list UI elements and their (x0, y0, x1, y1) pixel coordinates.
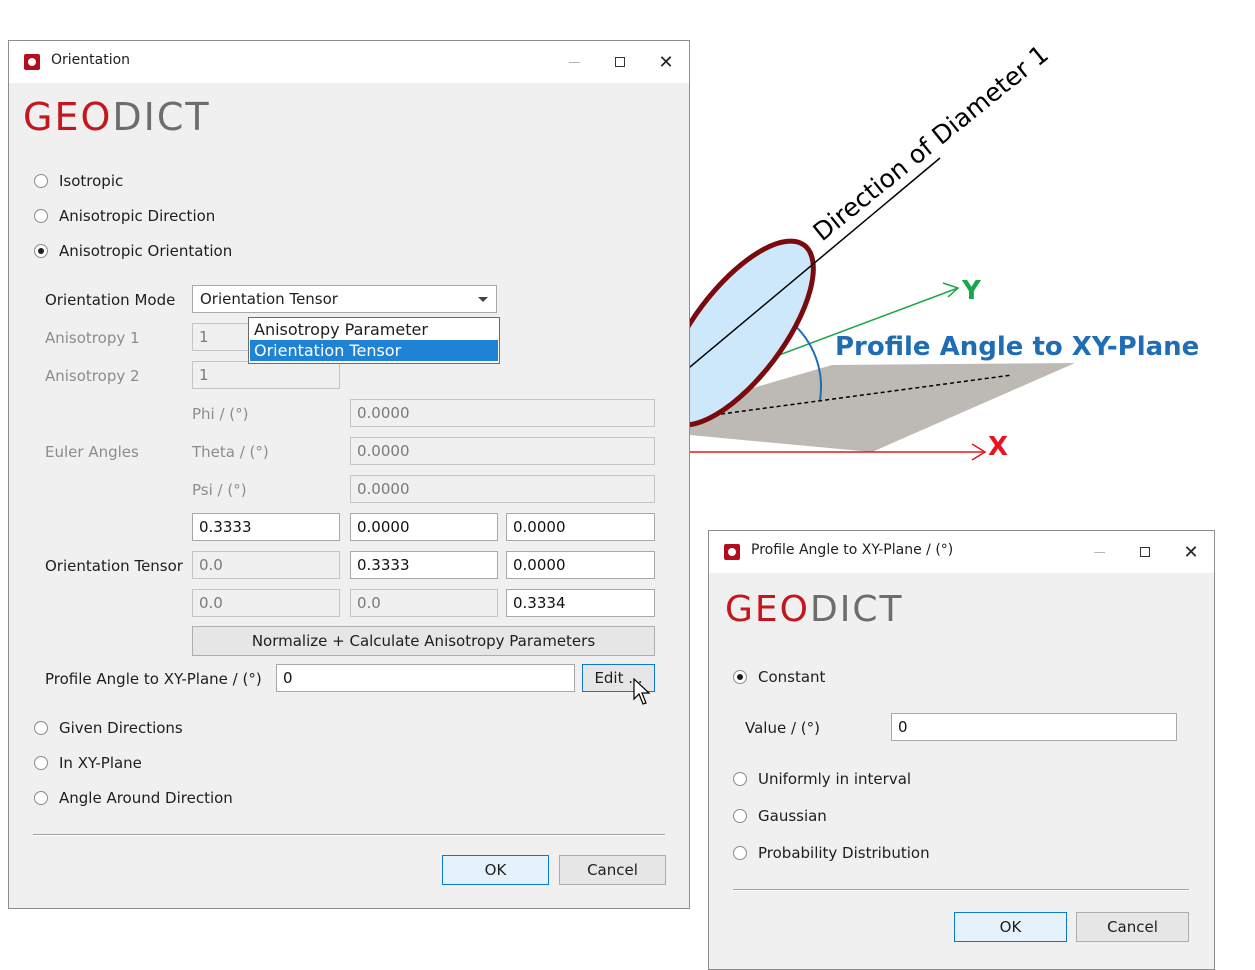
profile-angle-field[interactable]: 0 (276, 664, 575, 692)
radio-circle[interactable] (34, 721, 48, 735)
dropdown-option-orientation-tensor[interactable]: Orientation Tensor (250, 340, 498, 361)
radio-label: Uniformly in interval (758, 770, 912, 788)
geodict-logo: GEODICT (725, 589, 903, 630)
tensor-cell-22[interactable]: 0.3333 (350, 551, 498, 579)
tensor-cell-21: 0.0 (192, 551, 340, 579)
app-icon (724, 544, 740, 560)
radio-label: Angle Around Direction (59, 789, 233, 807)
separator (33, 834, 665, 835)
mouse-cursor-icon (633, 678, 651, 705)
title-bar[interactable]: Profile Angle to XY-Plane / (°) ✕ (709, 531, 1214, 573)
psi-label: Psi / (°) (192, 481, 247, 499)
normalize-button[interactable]: Normalize + Calculate Anisotropy Paramet… (192, 626, 655, 656)
minimize-button[interactable] (551, 41, 597, 83)
anisotropy1-label: Anisotropy 1 (45, 329, 140, 347)
value-field[interactable]: 0 (891, 713, 1177, 741)
radio-circle[interactable] (733, 809, 747, 823)
y-axis-arrowhead (942, 282, 960, 298)
radio-in-xy-plane[interactable]: In XY-Plane (34, 754, 142, 772)
radio-circle[interactable] (733, 846, 747, 860)
ok-button[interactable]: OK (442, 855, 549, 885)
radio-label: Anisotropic Direction (59, 207, 216, 225)
logo-dict: DICT (809, 589, 904, 630)
x-axis-label: X (988, 432, 1009, 462)
radio-label: Anisotropic Orientation (59, 242, 233, 260)
anisotropy2-field[interactable]: 1 (192, 361, 340, 389)
window-title: Profile Angle to XY-Plane / (°) (751, 542, 954, 558)
cancel-button[interactable]: Cancel (559, 855, 666, 885)
profile-angle-annotation: Profile Angle to XY-Plane (835, 332, 1200, 362)
radio-circle-selected[interactable] (733, 670, 747, 684)
cancel-button[interactable]: Cancel (1076, 912, 1189, 942)
tensor-cell-32: 0.0 (350, 589, 498, 617)
tensor-cell-31: 0.0 (192, 589, 340, 617)
tensor-cell-13[interactable]: 0.0000 (506, 513, 655, 541)
radio-angle-around-direction[interactable]: Angle Around Direction (34, 789, 233, 807)
phi-label: Phi / (°) (192, 405, 249, 423)
direction-label: Direction of Diameter 1 (808, 39, 1054, 246)
euler-angles-label: Euler Angles (45, 443, 139, 461)
radio-circle[interactable] (34, 209, 48, 223)
chevron-down-icon (478, 297, 488, 302)
radio-circle[interactable] (34, 174, 48, 188)
logo-dict: DICT (112, 95, 211, 139)
close-button[interactable]: ✕ (1168, 531, 1214, 573)
dropdown-option-anisotropy-parameter[interactable]: Anisotropy Parameter (250, 319, 498, 340)
profile-angle-label: Profile Angle to XY-Plane / (°) (45, 670, 262, 688)
value-label: Value / (°) (745, 719, 820, 737)
orientation-mode-select[interactable]: Orientation Tensor (192, 285, 497, 313)
radio-circle[interactable] (34, 791, 48, 805)
title-bar[interactable]: Orientation ✕ (9, 41, 689, 83)
maximize-button[interactable] (597, 41, 643, 83)
radio-label: Given Directions (59, 719, 183, 737)
tensor-cell-23[interactable]: 0.0000 (506, 551, 655, 579)
orientation-mode-dropdown: Anisotropy Parameter Orientation Tensor (248, 317, 500, 364)
ok-button[interactable]: OK (954, 912, 1067, 942)
radio-circle[interactable] (34, 756, 48, 770)
anisotropy2-label: Anisotropy 2 (45, 367, 140, 385)
separator (733, 889, 1189, 890)
radio-label: Gaussian (758, 807, 827, 825)
radio-anisotropic-orientation[interactable]: Anisotropic Orientation (34, 242, 232, 260)
radio-label: Constant (758, 668, 826, 686)
radio-constant[interactable]: Constant (733, 668, 825, 686)
orientation-dialog: Orientation ✕ GEODICT Isotropic Anisotro… (8, 40, 690, 909)
radio-uniformly-in-interval[interactable]: Uniformly in interval (733, 770, 911, 788)
radio-circle[interactable] (733, 772, 747, 786)
radio-anisotropic-direction[interactable]: Anisotropic Direction (34, 207, 215, 225)
orientation-mode-value: Orientation Tensor (200, 290, 338, 308)
orientation-tensor-label: Orientation Tensor (45, 557, 183, 575)
psi-field[interactable]: 0.0000 (350, 475, 655, 503)
radio-probability-distribution[interactable]: Probability Distribution (733, 844, 930, 862)
radio-gaussian[interactable]: Gaussian (733, 807, 827, 825)
profile-angle-dialog: Profile Angle to XY-Plane / (°) ✕ GEODIC… (708, 530, 1215, 970)
logo-geo: GEO (23, 95, 113, 139)
geodict-logo: GEODICT (23, 95, 211, 139)
app-icon (24, 54, 40, 70)
logo-geo: GEO (725, 589, 810, 630)
radio-label: Probability Distribution (758, 844, 930, 862)
radio-label: In XY-Plane (59, 754, 142, 772)
tensor-cell-33[interactable]: 0.3334 (506, 589, 655, 617)
radio-label: Isotropic (59, 172, 124, 190)
window-title: Orientation (51, 52, 131, 68)
tensor-cell-11[interactable]: 0.3333 (192, 513, 340, 541)
tensor-cell-12[interactable]: 0.0000 (350, 513, 498, 541)
maximize-button[interactable] (1122, 531, 1168, 573)
radio-isotropic[interactable]: Isotropic (34, 172, 123, 190)
theta-field[interactable]: 0.0000 (350, 437, 655, 465)
radio-circle-selected[interactable] (34, 244, 48, 258)
radio-given-directions[interactable]: Given Directions (34, 719, 183, 737)
close-button[interactable]: ✕ (643, 41, 689, 83)
orientation-mode-label: Orientation Mode (45, 291, 176, 309)
phi-field[interactable]: 0.0000 (350, 399, 655, 427)
theta-label: Theta / (°) (192, 443, 269, 461)
minimize-button[interactable] (1076, 531, 1122, 573)
y-axis-label: Y (962, 276, 981, 306)
